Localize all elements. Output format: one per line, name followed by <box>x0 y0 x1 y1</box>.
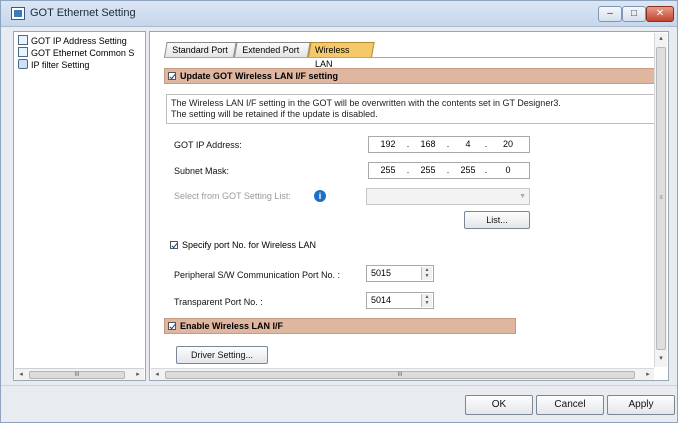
tree-item-label: GOT IP Address Setting <box>31 36 127 46</box>
checkbox-checked-icon[interactable] <box>170 241 178 249</box>
select-from-got-setting-list-label: Select from GOT Setting List: <box>174 191 291 201</box>
ip-dot: . <box>484 139 488 149</box>
got-setting-list-dropdown: ▼ <box>366 188 530 205</box>
tree-scroll-thumb[interactable]: III <box>29 371 125 379</box>
driver-setting-button[interactable]: Driver Setting... <box>176 346 268 364</box>
app-icon <box>11 7 25 20</box>
peripheral-port-value[interactable]: 5015 <box>371 268 391 278</box>
transparent-port-stepper[interactable]: 5014 ▲ ▼ <box>366 292 434 309</box>
ip-octet[interactable]: 20 <box>495 139 521 149</box>
tree-horizontal-scrollbar[interactable]: ◂ III ▸ <box>15 368 144 380</box>
tab-wireless-lan[interactable]: Wireless LAN <box>308 42 375 69</box>
specify-port-checkbox[interactable]: Specify port No. for Wireless LAN <box>170 240 316 250</box>
tab-label: Extended Port <box>242 45 300 55</box>
settings-panel: Standard Port Extended Port Wireless LAN… <box>149 31 669 381</box>
scroll-left-icon[interactable]: ◂ <box>15 369 27 381</box>
ip-dot: . <box>406 165 410 175</box>
transparent-port-label: Transparent Port No. : <box>174 297 263 307</box>
peripheral-port-stepper[interactable]: 5015 ▲ ▼ <box>366 265 434 282</box>
settings-tree: GOT IP Address Setting GOT Ethernet Comm… <box>13 31 146 381</box>
network-setting-icon <box>18 35 28 45</box>
subnet-mask-field[interactable]: 255 . 255 . 255 . 0 <box>368 162 530 179</box>
ip-dot: . <box>446 165 450 175</box>
scroll-left-icon[interactable]: ◂ <box>151 369 163 381</box>
specify-port-label: Specify port No. for Wireless LAN <box>182 240 317 250</box>
transparent-port-value[interactable]: 5014 <box>371 295 391 305</box>
got-ip-address-label: GOT IP Address: <box>174 140 242 150</box>
update-wireless-lan-label: Update GOT Wireless LAN I/F setting <box>180 71 338 81</box>
checkbox-checked-icon[interactable] <box>168 322 176 330</box>
apply-button[interactable]: Apply <box>607 395 675 415</box>
peripheral-port-label: Peripheral S/W Communication Port No. : <box>174 270 341 280</box>
subnet-mask-label: Subnet Mask: <box>174 166 230 176</box>
scroll-down-icon[interactable]: ▾ <box>655 353 667 365</box>
ip-dot: . <box>446 139 450 149</box>
ip-dot: . <box>406 139 410 149</box>
checkbox-checked-icon[interactable] <box>168 72 176 80</box>
ip-octet[interactable]: 4 <box>455 139 481 149</box>
scroll-up-icon[interactable]: ▴ <box>655 33 667 45</box>
panel-horizontal-thumb[interactable]: III <box>165 371 635 379</box>
ip-octet[interactable]: 255 <box>415 165 441 175</box>
divider <box>1 385 677 386</box>
tree-item-label: IP filter Setting <box>31 60 90 70</box>
info-icon[interactable]: i <box>314 190 326 202</box>
scroll-right-icon[interactable]: ▸ <box>132 369 144 381</box>
scroll-right-icon[interactable]: ▸ <box>642 369 654 381</box>
window-title: GOT Ethernet Setting <box>30 7 136 19</box>
ok-button[interactable]: OK <box>465 395 533 415</box>
spin-arrows-icon[interactable]: ▲ ▼ <box>421 294 432 307</box>
info-message-line: The Wireless LAN I/F setting in the GOT … <box>171 98 561 108</box>
tab-underline <box>164 57 660 58</box>
ip-octet[interactable]: 192 <box>375 139 401 149</box>
ip-octet[interactable]: 255 <box>375 165 401 175</box>
panel-horizontal-scrollbar[interactable]: ◂ III ▸ <box>151 368 654 380</box>
tab-standard-port[interactable]: Standard Port <box>164 42 237 57</box>
info-message-box: The Wireless LAN I/F setting in the GOT … <box>166 94 658 124</box>
tab-extended-port[interactable]: Extended Port <box>234 42 311 57</box>
close-button[interactable]: ✕ <box>646 6 674 22</box>
got-ethernet-setting-window: GOT Ethernet Setting – □ ✕ GOT IP Addres… <box>0 0 678 423</box>
tree-item-ip-filter-setting[interactable]: IP filter Setting <box>18 59 89 71</box>
enable-wireless-lan-label: Enable Wireless LAN I/F <box>180 321 283 331</box>
tree-item-got-ethernet-common[interactable]: GOT Ethernet Common S <box>18 47 134 59</box>
panel-vertical-thumb[interactable]: ≡ <box>656 47 666 350</box>
tab-label: Standard Port <box>172 45 228 55</box>
cancel-button[interactable]: Cancel <box>536 395 604 415</box>
ip-octet[interactable]: 0 <box>495 165 521 175</box>
spin-arrows-icon[interactable]: ▲ ▼ <box>421 267 432 280</box>
minimize-button[interactable]: – <box>598 6 622 22</box>
update-wireless-lan-checkbox[interactable]: Update GOT Wireless LAN I/F setting <box>164 68 660 84</box>
got-ip-address-field[interactable]: 192 . 168 . 4 . 20 <box>368 136 530 153</box>
enable-wireless-lan-checkbox[interactable]: Enable Wireless LAN I/F <box>164 318 516 334</box>
info-message-line: The setting will be retained if the upda… <box>171 109 378 119</box>
ip-filter-icon <box>18 59 28 69</box>
maximize-button[interactable]: □ <box>622 6 646 22</box>
title-bar: GOT Ethernet Setting – □ ✕ <box>1 1 677 27</box>
panel-vertical-scrollbar[interactable]: ▴ ≡ ▾ <box>654 33 667 367</box>
tree-item-label: GOT Ethernet Common S <box>31 48 135 58</box>
ethernet-common-icon <box>18 47 28 57</box>
ip-octet[interactable]: 168 <box>415 139 441 149</box>
chevron-down-icon: ▼ <box>519 193 526 200</box>
ip-octet[interactable]: 255 <box>455 165 481 175</box>
tree-item-got-ip-address-setting[interactable]: GOT IP Address Setting <box>18 35 127 47</box>
list-button[interactable]: List... <box>464 211 530 229</box>
ip-dot: . <box>484 165 488 175</box>
